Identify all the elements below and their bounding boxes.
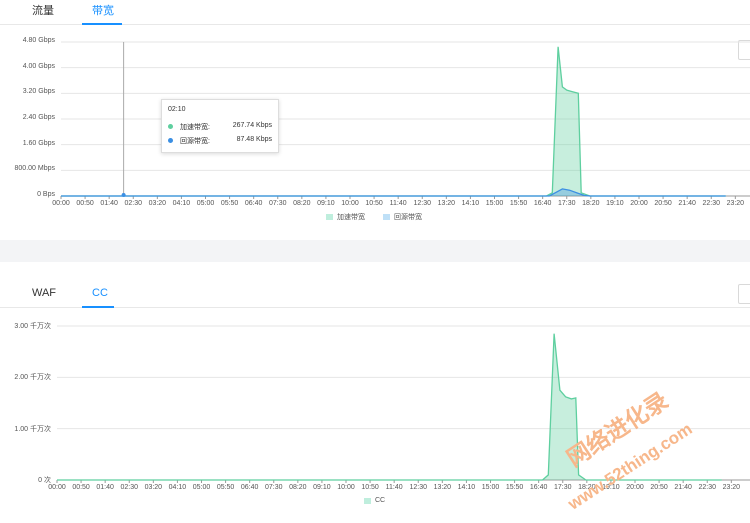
x-tick-label: 00:50 [76,200,94,207]
x-tick-label: 21:40 [674,484,692,491]
x-tick-label: 20:50 [650,484,668,491]
y-tick-label: 2.00 千万次 [14,374,51,382]
x-tick-label: 20:50 [654,200,672,207]
y-tick-label: 2.40 Gbps [22,114,55,121]
x-tick-label: 05:50 [216,484,235,491]
y-tick-label: 3.20 Gbps [22,88,55,96]
x-tick-label: 00:50 [72,484,90,491]
x-tick-label: 09:10 [317,200,335,207]
legend-swatch-accel [326,214,333,220]
tooltip-row: 加速带宽: 267.74 Kbps [168,122,272,132]
x-tick-label: 03:20 [144,484,163,491]
x-tick-label: 02:30 [124,200,143,207]
tooltip-time: 02:10 [168,106,186,113]
x-tick-label: 00:00 [48,484,66,491]
legend-swatch-cc [364,497,371,504]
x-tick-label: 10:50 [365,200,383,207]
x-tick-label: 15:00 [485,200,504,207]
x-tick-label: 15:50 [509,200,528,207]
x-tick-label: 06:40 [240,484,259,491]
x-tick-label: 15:50 [505,484,524,491]
tooltip-series-name: 回源带宽: [180,138,210,145]
x-tick-label: 15:00 [481,484,500,491]
x-tick-label: 22:30 [702,200,721,207]
y-tick-label: 4.00 Gbps [22,62,55,70]
legend: 加速带宽 回源带宽 [326,212,422,222]
hover-point [121,193,126,197]
series-dot-icon [168,138,173,143]
x-tick-label: 10:00 [337,484,355,491]
x-tick-label: 23:20 [722,484,741,491]
x-tick-label: 12:30 [413,200,432,207]
x-tick-label: 16:40 [533,200,552,207]
series-dot-icon [168,124,173,129]
x-tick-label: 03:20 [148,200,167,207]
bandwidth-panel: 流量 带宽 0 Bps 800.00 Mbps 1.60 Gbps 2.40 Gbps… [0,0,750,240]
y-tick-label: 1.00 千万次 [14,425,51,433]
legend: CC [364,497,385,504]
y-tick-label: 1.60 Gbps [22,139,55,147]
x-tick-label: 04:10 [172,200,191,207]
x-tick-label: 20:00 [626,484,644,491]
y-tick-label: 800.00 Mbps [14,165,55,173]
x-tick-label: 04:10 [168,484,187,491]
x-tick-label: 05:00 [196,200,215,207]
x-tick-label: 20:00 [630,200,648,207]
x-tick-label: 01:40 [100,200,118,207]
x-tick-label: 13:20 [433,484,452,491]
legend-label-origin: 回源带宽 [394,214,422,221]
x-tick-label: 07:30 [268,200,287,207]
series-line-1 [61,188,726,197]
x-tick-label: 23:20 [726,200,745,207]
x-tick-label: 14:10 [457,484,476,491]
chart-tooltip: 02:10 加速带宽: 267.74 Kbps 回源带宽: 87.48 Kbps [161,99,279,153]
x-tick-label: 18:20 [582,200,600,207]
tooltip-series-name: 加速带宽: [180,124,210,131]
y-tick-label: 4.80 Gbps [22,37,55,44]
series-area-1 [61,188,726,196]
x-tick-label: 11:40 [385,484,403,491]
x-tick-label: 17:30 [553,484,572,491]
x-tick-label: 12:30 [409,484,428,491]
y-tick-label: 3.00 千万次 [14,323,51,330]
x-tick-label: 19:10 [606,200,624,207]
x-tick-label: 08:20 [289,484,307,491]
x-tick-label: 09:10 [313,484,331,491]
x-tick-label: 21:40 [678,200,696,207]
x-tick-label: 07:30 [264,484,283,491]
tooltip-row: 回源带宽: 87.48 Kbps [168,136,272,146]
x-tick-label: 10:50 [361,484,379,491]
y-tick-label: 0 Bps [37,191,55,198]
x-tick-label: 17:30 [557,200,576,207]
tooltip-series-value: 267.74 Kbps [232,122,272,129]
x-tick-label: 14:10 [461,200,480,207]
x-tick-label: 02:30 [120,484,139,491]
x-tick-label: 10:00 [341,200,359,207]
x-tick-label: 13:20 [437,200,456,207]
x-tick-label: 08:20 [293,200,311,207]
x-tick-label: 22:30 [698,484,717,491]
x-tick-label: 00:00 [52,200,70,207]
legend-swatch-origin [383,214,390,220]
legend-label-cc: CC [375,497,386,504]
tooltip-series-value: 87.48 Kbps [236,136,272,143]
x-tick-label: 06:40 [244,200,263,207]
x-tick-label: 05:00 [192,484,211,491]
legend-label-accel: 加速带宽 [337,214,365,221]
x-tick-label: 11:40 [389,200,407,207]
x-tick-label: 01:40 [96,484,114,491]
x-tick-label: 16:40 [529,484,548,491]
x-tick-label: 05:50 [220,200,239,207]
